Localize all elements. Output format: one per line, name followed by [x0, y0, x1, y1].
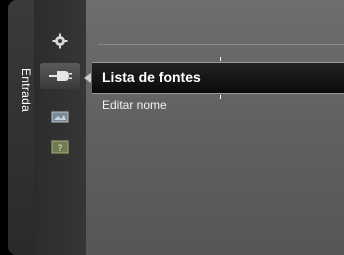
side-tab: Entrada [8, 0, 34, 255]
category-icon-column: ? [34, 0, 86, 255]
selection-pointer-icon [84, 73, 91, 83]
svg-text:?: ? [58, 144, 63, 154]
osd-menu-panel: Entrada ? Lista de fontes Editar nome [8, 0, 344, 255]
gear-icon [52, 33, 68, 49]
category-setup[interactable] [42, 28, 78, 54]
menu-item-edit-name[interactable]: Editar nome [102, 98, 167, 112]
category-support[interactable]: ? [42, 134, 78, 160]
category-application[interactable] [42, 104, 78, 130]
input-plug-icon [49, 71, 72, 81]
side-tab-label: Entrada [19, 67, 33, 113]
category-input[interactable] [40, 63, 80, 89]
scroll-down-indicator [220, 95, 221, 99]
menu-content: Lista de fontes Editar nome [84, 0, 344, 255]
divider [98, 44, 344, 45]
menu-item-label: Lista de fontes [102, 69, 201, 85]
help-icon: ? [51, 140, 69, 154]
scroll-up-indicator [220, 57, 221, 61]
menu-item-selected[interactable]: Lista de fontes [84, 57, 344, 99]
tv-screen: Entrada ? Lista de fontes Editar nome [0, 0, 344, 255]
picture-icon [51, 111, 69, 123]
